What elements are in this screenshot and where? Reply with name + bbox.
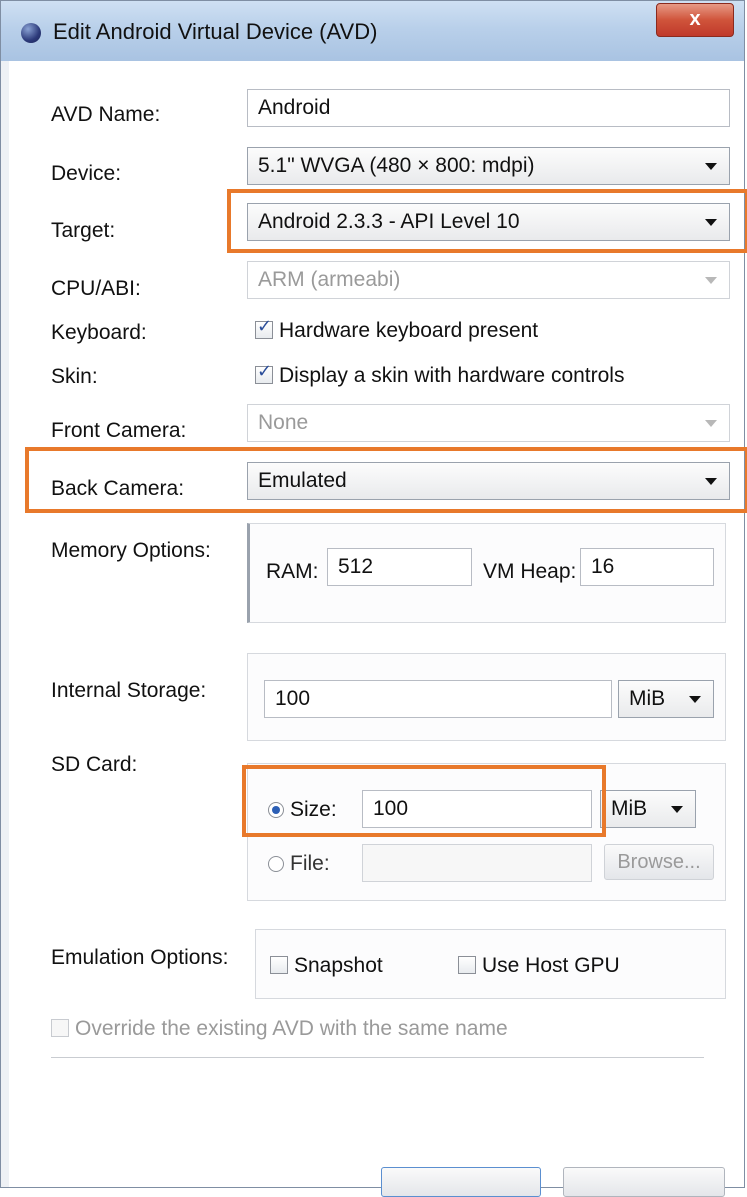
cpu-abi-select: ARM (armeabi) — [247, 261, 730, 299]
cpu-abi-value: ARM (armeabi) — [258, 268, 401, 291]
front-camera-value: None — [258, 411, 309, 434]
sd-size-unit-select[interactable]: MiB — [600, 790, 696, 828]
back-camera-value: Emulated — [258, 469, 347, 492]
target-value: Android 2.3.3 - API Level 10 — [258, 210, 520, 233]
sd-size-radio[interactable] — [268, 802, 284, 818]
vm-heap-label: VM Heap: — [483, 560, 577, 583]
target-label: Target: — [51, 219, 116, 242]
close-button[interactable]: x — [656, 3, 734, 37]
front-camera-label: Front Camera: — [51, 419, 187, 442]
override-checkbox — [51, 1019, 69, 1037]
override-checkbox-row: Override the existing AVD with the same … — [51, 1017, 508, 1041]
memory-options-label: Memory Options: — [51, 539, 211, 562]
back-camera-select[interactable]: Emulated — [247, 462, 730, 500]
back-camera-label: Back Camera: — [51, 477, 185, 500]
override-label: Override the existing AVD with the same … — [75, 1017, 508, 1040]
internal-storage-unit: MiB — [629, 687, 666, 710]
cpu-abi-label: CPU/ABI: — [51, 277, 141, 300]
chevron-down-icon — [705, 163, 717, 170]
title-bar: Edit Android Virtual Device (AVD) x — [1, 1, 744, 62]
sd-size-radio-row[interactable]: Size: — [268, 798, 337, 822]
emulation-options-label: Emulation Options: — [51, 946, 229, 969]
eclipse-icon — [21, 23, 41, 43]
chevron-down-icon — [689, 696, 701, 703]
target-select[interactable]: Android 2.3.3 - API Level 10 — [247, 203, 730, 241]
sd-size-unit: MiB — [611, 797, 648, 820]
skin-checkbox[interactable] — [255, 361, 273, 384]
sd-file-label: File: — [290, 852, 330, 875]
avd-dialog: Edit Android Virtual Device (AVD) x AVD … — [0, 0, 747, 1197]
internal-storage-unit-select[interactable]: MiB — [618, 680, 714, 718]
snapshot-label: Snapshot — [294, 954, 383, 977]
divider — [51, 1057, 704, 1058]
skin-checkbox-row[interactable]: Display a skin with hardware controls — [255, 361, 625, 388]
keyboard-checkbox-row[interactable]: Hardware keyboard present — [255, 316, 539, 343]
sd-size-label: Size: — [290, 798, 337, 821]
cancel-button[interactable] — [563, 1167, 725, 1197]
keyboard-checkbox[interactable] — [255, 316, 273, 339]
host-gpu-label: Use Host GPU — [482, 954, 620, 977]
window-title: Edit Android Virtual Device (AVD) — [53, 19, 378, 44]
chevron-down-icon — [705, 219, 717, 226]
snapshot-checkbox[interactable] — [270, 956, 288, 974]
memory-options-group: RAM: 512 VM Heap: 16 — [247, 523, 726, 623]
device-select[interactable]: 5.1" WVGA (480 × 800: mdpi) — [247, 147, 730, 185]
browse-button: Browse... — [604, 844, 714, 880]
snapshot-checkbox-row[interactable]: Snapshot — [270, 954, 383, 978]
sd-card-label: SD Card: — [51, 753, 138, 776]
host-gpu-checkbox-row[interactable]: Use Host GPU — [458, 954, 620, 978]
skin-label: Skin: — [51, 365, 98, 388]
avd-name-input[interactable]: Android — [247, 89, 730, 127]
emulation-options-group: Snapshot Use Host GPU — [255, 929, 726, 999]
keyboard-checkbox-label: Hardware keyboard present — [279, 319, 539, 342]
host-gpu-checkbox[interactable] — [458, 956, 476, 974]
internal-storage-input[interactable]: 100 — [264, 680, 612, 718]
internal-storage-group: 100 MiB — [247, 653, 726, 741]
front-camera-select: None — [247, 404, 730, 442]
device-label: Device: — [51, 162, 122, 185]
sd-file-input — [362, 844, 592, 882]
chevron-down-icon — [705, 478, 717, 485]
avd-name-label: AVD Name: — [51, 103, 161, 126]
ok-button[interactable] — [381, 1167, 541, 1197]
internal-storage-label: Internal Storage: — [51, 679, 207, 702]
vm-heap-input[interactable]: 16 — [580, 548, 714, 586]
keyboard-label: Keyboard: — [51, 321, 147, 344]
device-value: 5.1" WVGA (480 × 800: mdpi) — [258, 154, 535, 177]
ram-input[interactable]: 512 — [327, 548, 472, 586]
dialog-content: AVD Name: Android Device: 5.1" WVGA (480… — [1, 61, 747, 1197]
chevron-down-icon — [705, 420, 717, 427]
sd-card-group: Size: 100 MiB File: Browse... — [247, 763, 726, 901]
ram-label: RAM: — [266, 560, 319, 583]
chevron-down-icon — [671, 806, 683, 813]
sd-size-input[interactable]: 100 — [362, 790, 592, 828]
chevron-down-icon — [705, 277, 717, 284]
sd-file-radio-row[interactable]: File: — [268, 852, 330, 876]
skin-checkbox-label: Display a skin with hardware controls — [279, 364, 625, 387]
sd-file-radio[interactable] — [268, 856, 284, 872]
